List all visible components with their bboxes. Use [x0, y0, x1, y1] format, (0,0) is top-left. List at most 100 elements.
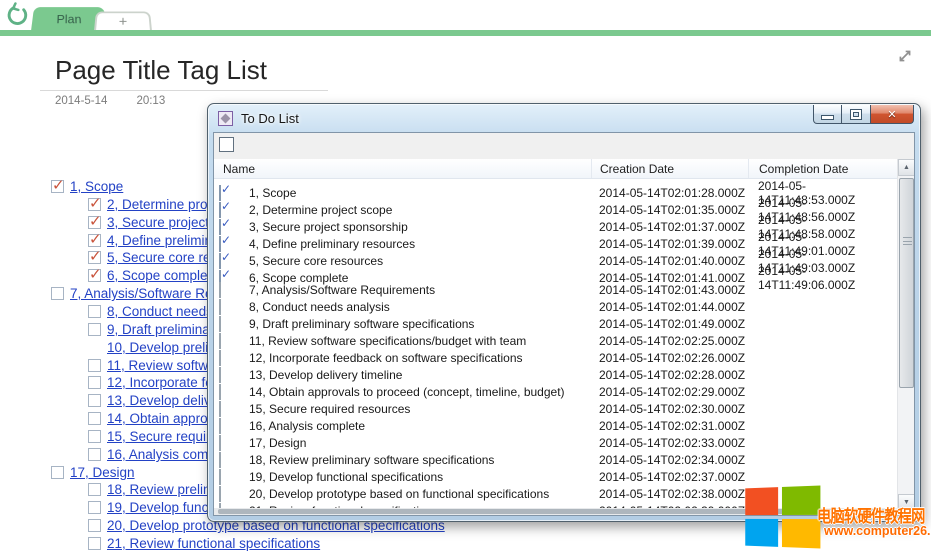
cell-name: 13, Develop delivery timeline	[249, 368, 591, 382]
cell-creation-date: 2014-05-14T02:01:35.000Z	[591, 203, 748, 217]
cell-creation-date: 2014-05-14T02:01:28.000Z	[591, 186, 748, 200]
minimize-icon	[822, 116, 833, 119]
cell-name: 2, Determine project scope	[249, 203, 591, 217]
todo-checkbox[interactable]: ✓	[51, 180, 64, 193]
table-row[interactable]: ✓ 1, Scope 2014-05-14T02:01:28.000Z 2014…	[214, 179, 900, 196]
todo-checkbox[interactable]	[88, 501, 101, 514]
row-checkbox[interactable]	[219, 282, 221, 298]
vertical-scrollbar-thumb[interactable]	[899, 178, 914, 388]
dialog-title: To Do List	[241, 111, 299, 126]
row-checkbox[interactable]	[219, 299, 221, 315]
maximize-button[interactable]	[842, 105, 871, 124]
todo-checkbox[interactable]	[88, 448, 101, 461]
cell-completion-date: 2014-05-14T11:49:06.000Z	[748, 264, 900, 292]
table-row[interactable]: 18, Review preliminary software specific…	[214, 451, 900, 468]
cell-creation-date: 2014-05-14T02:01:43.000Z	[591, 283, 748, 297]
window-controls: ✕	[813, 105, 914, 124]
todo-checkbox[interactable]: ✓	[88, 216, 101, 229]
check-icon: ✓	[52, 176, 65, 194]
table-row[interactable]: 9, Draft preliminary software specificat…	[214, 315, 900, 332]
scroll-up-button[interactable]: ▲	[898, 159, 915, 176]
table-row[interactable]: 8, Conduct needs analysis 2014-05-14T02:…	[214, 298, 900, 315]
todo-checkbox[interactable]	[88, 323, 101, 336]
todo-link[interactable]: 6, Scope complete	[107, 268, 219, 283]
cell-name: 11, Review software specifications/budge…	[249, 334, 591, 348]
cell-creation-date: 2014-05-14T02:01:40.000Z	[591, 254, 748, 268]
column-header-name[interactable]: Name	[214, 159, 591, 178]
check-icon: ✓	[89, 265, 102, 283]
row-checkbox[interactable]	[219, 316, 221, 332]
todo-checkbox[interactable]	[88, 483, 101, 496]
todo-checkbox[interactable]	[51, 287, 64, 300]
cell-name: 9, Draft preliminary software specificat…	[249, 317, 591, 331]
todo-link[interactable]: 17, Design	[70, 465, 135, 480]
check-icon: ✓	[221, 250, 231, 264]
todo-checkbox[interactable]: ✓	[88, 269, 101, 282]
todo-checkbox[interactable]	[88, 359, 101, 372]
todo-checkbox[interactable]	[88, 537, 101, 550]
table-row[interactable]: 14, Obtain approvals to proceed (concept…	[214, 383, 900, 400]
row-checkbox[interactable]	[219, 384, 221, 400]
todo-list-item: ✓ 6, Scope complete	[88, 267, 219, 284]
todo-checkbox[interactable]	[88, 430, 101, 443]
todo-link[interactable]: 1, Scope	[70, 179, 123, 194]
cell-creation-date: 2014-05-14T02:02:28.000Z	[591, 368, 748, 382]
maximize-icon	[851, 110, 861, 119]
todo-checkbox[interactable]	[88, 412, 101, 425]
todo-link[interactable]: 21, Review functional specifications	[107, 536, 320, 551]
row-checkbox[interactable]	[219, 333, 221, 349]
select-all-checkbox[interactable]	[219, 137, 234, 152]
row-checkbox[interactable]	[219, 486, 221, 502]
cell-name: 17, Design	[249, 436, 591, 450]
todo-checkbox[interactable]	[51, 466, 64, 479]
todo-checkbox[interactable]	[88, 305, 101, 318]
todo-list-item: 21, Review functional specifications	[88, 535, 320, 552]
todo-checkbox[interactable]	[88, 519, 101, 532]
cell-name: 7, Analysis/Software Requirements	[249, 283, 591, 297]
listview-rows: ✓ 1, Scope 2014-05-14T02:01:28.000Z 2014…	[214, 179, 900, 511]
cell-name: 15, Secure required resources	[249, 402, 591, 416]
close-button[interactable]: ✕	[871, 105, 914, 124]
todo-checkbox[interactable]	[88, 394, 101, 407]
row-checkbox[interactable]	[219, 418, 221, 434]
row-checkbox[interactable]	[219, 350, 221, 366]
row-checkbox[interactable]	[219, 452, 221, 468]
row-checkbox[interactable]	[219, 435, 221, 451]
table-row[interactable]: 17, Design 2014-05-14T02:02:33.000Z	[214, 434, 900, 451]
cell-name: 1, Scope	[249, 186, 591, 200]
table-row[interactable]: 19, Develop functional specifications 20…	[214, 468, 900, 485]
check-icon: ✓	[221, 216, 231, 230]
table-row[interactable]: 15, Secure required resources 2014-05-14…	[214, 400, 900, 417]
check-icon: ✓	[89, 194, 102, 212]
todo-checkbox[interactable]: ✓	[88, 198, 101, 211]
minimize-button[interactable]	[813, 105, 842, 124]
dialog-gem-icon	[218, 111, 233, 126]
logo-square-yellow	[782, 519, 820, 549]
row-checkbox[interactable]	[219, 367, 221, 383]
todo-list-dialog: To Do List ✕ Name Creation Date Completi…	[207, 103, 921, 522]
table-row[interactable]: 13, Develop delivery timeline 2014-05-14…	[214, 366, 900, 383]
cell-name: 5, Secure core resources	[249, 254, 591, 268]
vertical-scrollbar[interactable]: ▲ ▼	[897, 159, 914, 511]
table-row[interactable]: 16, Analysis complete 2014-05-14T02:02:3…	[214, 417, 900, 434]
table-row[interactable]: 11, Review software specifications/budge…	[214, 332, 900, 349]
check-icon: ✓	[89, 230, 102, 248]
row-checkbox[interactable]	[219, 469, 221, 485]
table-row[interactable]: 12, Incorporate feedback on software spe…	[214, 349, 900, 366]
watermark-site-url: www.computer26.com	[824, 524, 931, 538]
cell-creation-date: 2014-05-14T02:02:31.000Z	[591, 419, 748, 433]
cell-name: 8, Conduct needs analysis	[249, 300, 591, 314]
check-icon: ✓	[221, 199, 231, 213]
todo-list-item: 17, Design	[51, 464, 135, 481]
column-header-completion-date[interactable]: Completion Date	[748, 159, 900, 178]
cell-creation-date: 2014-05-14T02:02:25.000Z	[591, 334, 748, 348]
todo-checkbox[interactable]: ✓	[88, 251, 101, 264]
cell-name: 4, Define preliminary resources	[249, 237, 591, 251]
cell-creation-date: 2014-05-14T02:02:37.000Z	[591, 470, 748, 484]
column-header-creation-date[interactable]: Creation Date	[591, 159, 748, 178]
todo-checkbox[interactable]: ✓	[88, 234, 101, 247]
row-checkbox[interactable]	[219, 401, 221, 417]
logo-square-red	[745, 487, 778, 515]
todo-checkbox[interactable]	[88, 376, 101, 389]
cell-creation-date: 2014-05-14T02:02:33.000Z	[591, 436, 748, 450]
